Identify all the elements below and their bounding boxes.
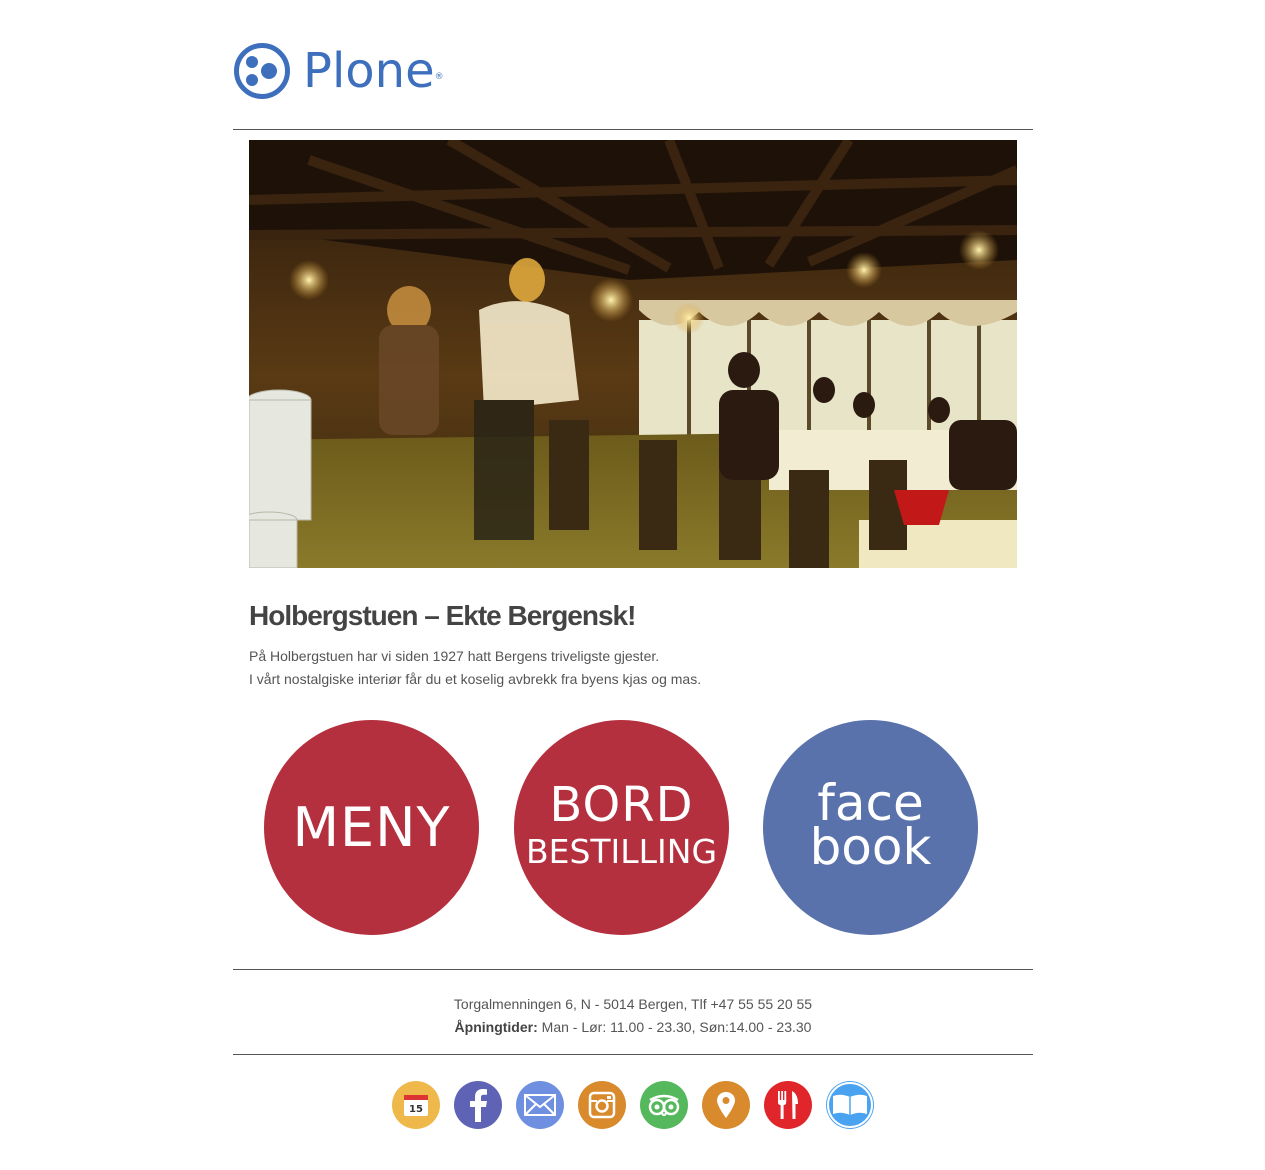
table-booking-button[interactable]: BORD BESTILLING [514, 720, 729, 935]
booking-button-label-2: BESTILLING [525, 832, 718, 871]
footer-divider-top [233, 969, 1033, 970]
footer-address: Torgalmenningen 6, N - 5014 Bergen, Tlf … [233, 993, 1033, 1039]
mail-icon[interactable] [516, 1081, 564, 1129]
site-header: Plone ® [233, 0, 1033, 130]
menu-button-label: MENY [292, 795, 451, 859]
plone-logo-icon [234, 43, 290, 99]
page-title: Holbergstuen – Ekte Bergensk! [249, 600, 636, 631]
tripadvisor-icon[interactable] [640, 1081, 688, 1129]
facebook-button[interactable]: face book [763, 720, 978, 935]
intro-line-1: På Holbergstuen har vi siden 1927 hatt B… [249, 648, 660, 664]
opening-hours: Åpningtider: Man - Lør: 11.00 - 23.30, S… [233, 1016, 1033, 1039]
plone-logo-text: Plone ® [303, 43, 444, 99]
booking-button-label-1: BORD [549, 777, 694, 833]
calendar-icon-day: 15 [409, 1104, 423, 1115]
address-text: Torgalmenningen 6, N - 5014 Bergen, Tlf … [453, 996, 813, 1012]
hero-image [249, 140, 1017, 568]
footer-divider-bottom [233, 1054, 1033, 1055]
calendar-icon[interactable]: 15 [392, 1081, 440, 1129]
restaurant-photo [249, 140, 1017, 568]
facebook-icon[interactable] [454, 1081, 502, 1129]
opening-hours-label: Åpningtider: [454, 1019, 538, 1035]
intro-line-2: I vårt nostalgiske interiør får du et ko… [249, 671, 702, 687]
opening-hours-value: Man - Lør: 11.00 - 23.30, Søn:14.00 - 23… [537, 1019, 812, 1035]
page-container: Plone ® Holbergstuen – Ekte Bergensk! På… [233, 0, 1033, 1129]
location-icon[interactable] [702, 1081, 750, 1129]
intro-text: På Holbergstuen har vi siden 1927 hatt B… [249, 645, 701, 691]
menu-button[interactable]: MENY [264, 720, 479, 935]
plone-logo[interactable]: Plone ® [233, 42, 444, 100]
instagram-icon[interactable] [578, 1081, 626, 1129]
book-icon[interactable] [826, 1081, 874, 1129]
facebook-button-label-2: book [809, 817, 932, 876]
restaurant-icon[interactable] [764, 1081, 812, 1129]
